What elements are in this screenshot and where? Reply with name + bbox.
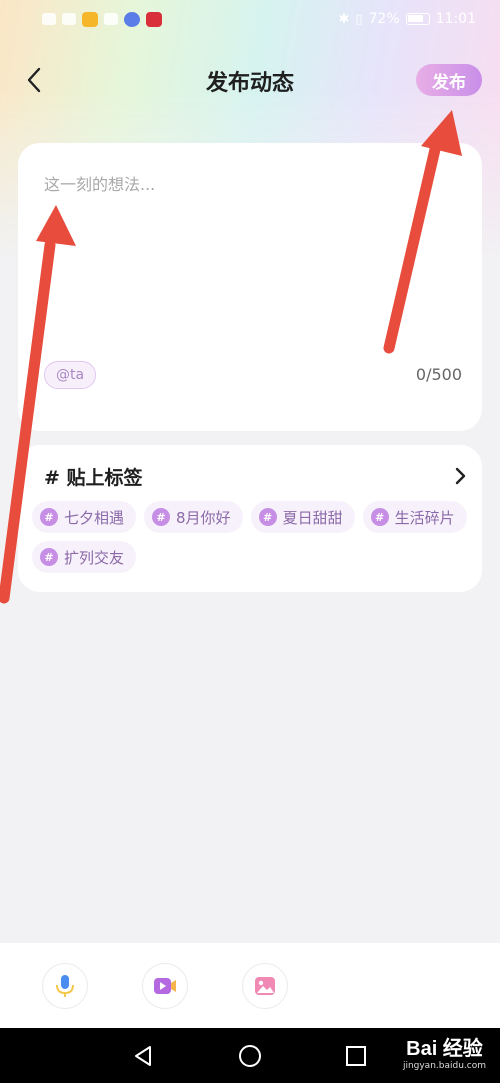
tag-chip[interactable]: # 七夕相遇 [32, 501, 137, 533]
page-header: 发布动态 发布 [0, 48, 500, 112]
tag-label: 扩列交友 [64, 548, 125, 567]
tag-chip[interactable]: # 8月你好 [144, 501, 243, 533]
tags-header[interactable]: # 贴上标签 [44, 461, 466, 491]
tag-label: 生活碎片 [394, 508, 455, 527]
watermark-main: Bai 经验 [406, 1038, 483, 1060]
signal-icon [42, 13, 56, 25]
nav-back-button[interactable] [127, 1040, 159, 1072]
book-app-icon [146, 11, 162, 27]
nav-home-button[interactable] [234, 1040, 266, 1072]
tag-label: 8月你好 [176, 508, 231, 527]
tag-chip[interactable]: # 生活碎片 [362, 501, 467, 533]
video-icon [154, 978, 176, 994]
weather-app-icon [82, 11, 98, 27]
char-count: 0/500 [415, 365, 462, 384]
compose-card: @ta 0/500 [18, 143, 482, 431]
voice-button[interactable] [42, 963, 88, 1009]
status-bar: ✱ ▯ 72% 11:01 [0, 0, 500, 38]
nav-recents-button[interactable] [340, 1040, 372, 1072]
circle-home-icon [239, 1045, 261, 1067]
status-icons-right: ✱ ▯ 72% 11:01 [338, 11, 476, 27]
image-button[interactable] [242, 963, 288, 1009]
tag-list: # 七夕相遇 # 8月你好 # 夏日甜甜 # 生活碎片 # 扩列交友 [32, 501, 472, 573]
bottom-toolbar [0, 943, 500, 1028]
microphone-icon [56, 975, 74, 997]
battery-percent: 72% [368, 11, 400, 27]
publish-button[interactable]: 发布 [416, 64, 482, 96]
watermark-sub: jingyan.baidu.com [402, 1061, 486, 1071]
battery-icon [405, 13, 430, 25]
video-button[interactable] [142, 963, 188, 1009]
hashtag-icon: # [40, 508, 58, 526]
tags-title: # 贴上标签 [44, 466, 143, 489]
image-icon [255, 977, 275, 995]
hashtag-icon: # [40, 548, 58, 566]
bluetooth-icon: ✱ [338, 11, 350, 27]
tag-chip[interactable]: # 夏日甜甜 [250, 501, 355, 533]
status-icons-left [42, 11, 162, 27]
status-time: 11:01 [435, 11, 476, 27]
post-text-input[interactable] [44, 171, 456, 361]
tag-label: 夏日甜甜 [282, 508, 343, 527]
tags-card: # 贴上标签 # 七夕相遇 # 8月你好 # 夏日甜甜 # 生活碎片 # 扩列交… [18, 445, 482, 592]
music-app-icon [124, 11, 140, 27]
tag-chip[interactable]: # 扩列交友 [32, 541, 137, 573]
tag-label: 七夕相遇 [64, 508, 125, 527]
notification-icon [104, 13, 118, 25]
hashtag-icon: # [370, 508, 389, 526]
mention-button[interactable]: @ta [44, 361, 96, 389]
square-recents-icon [346, 1046, 366, 1066]
hashtag-icon: # [258, 508, 277, 526]
wifi-icon [62, 13, 76, 25]
vibrate-icon: ▯ [355, 11, 363, 27]
hashtag-icon: # [152, 508, 171, 526]
triangle-back-icon [135, 1046, 151, 1066]
baidu-watermark: Bai 经验 jingyan.baidu.com [403, 1032, 486, 1071]
chevron-right-icon [455, 467, 466, 485]
system-nav-bar: Bai 经验 jingyan.baidu.com [0, 1028, 500, 1083]
